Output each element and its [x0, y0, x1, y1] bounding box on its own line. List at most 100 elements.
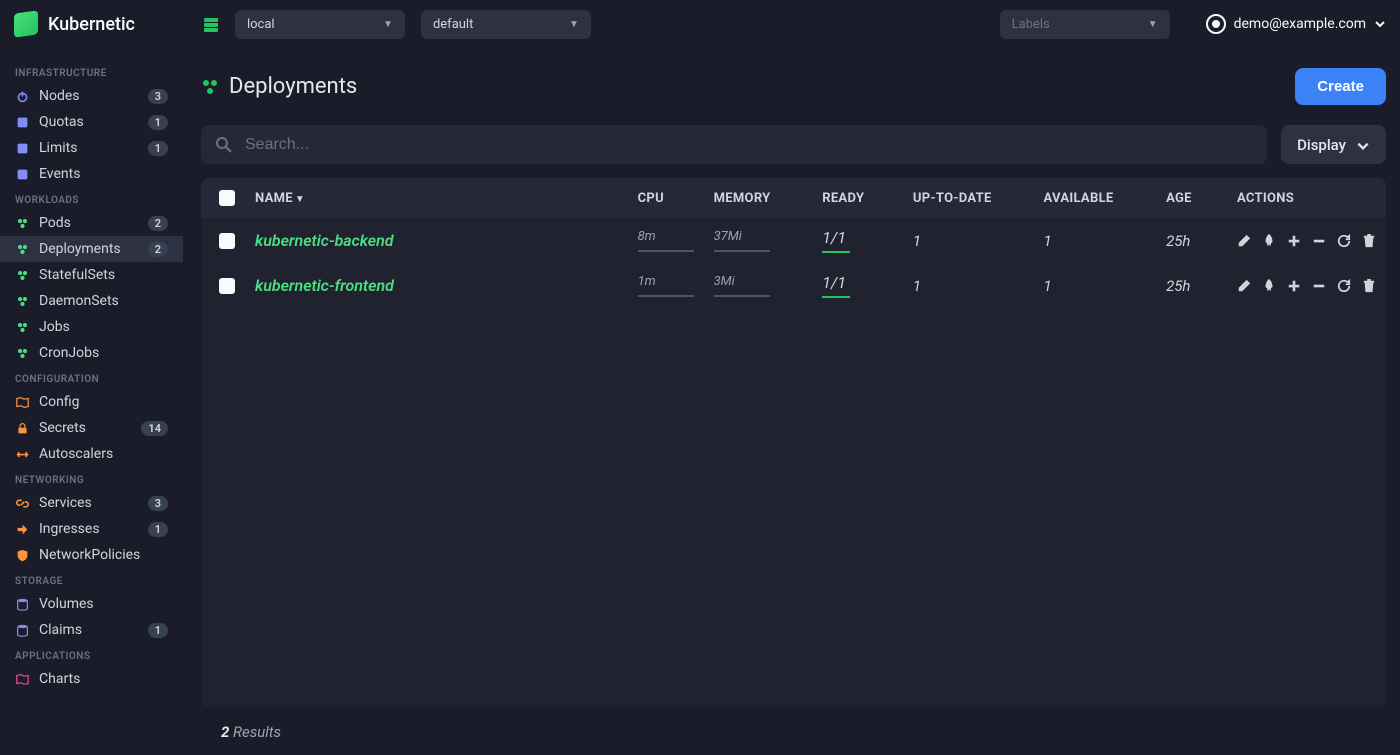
context-value: local	[247, 17, 275, 32]
age-value: 25h	[1166, 232, 1190, 250]
main-content: Deployments Create Display	[183, 48, 1400, 755]
cpu-value: 8m	[638, 229, 694, 244]
sidebar-item-cronjobs[interactable]: CronJobs	[0, 340, 183, 366]
cubes-icon	[15, 268, 30, 283]
select-all-checkbox[interactable]	[219, 190, 235, 206]
row-actions	[1237, 278, 1376, 294]
rocket-icon[interactable]	[1262, 278, 1276, 294]
create-button[interactable]: Create	[1295, 68, 1386, 105]
sidebar-item-label: Events	[39, 166, 168, 182]
app-logo: Kubernetic	[14, 12, 135, 36]
sidebar: INFRASTRUCTURENodes3Quotas1Limits1Events…	[0, 48, 183, 755]
sidebar-item-jobs[interactable]: Jobs	[0, 314, 183, 340]
namespace-value: default	[433, 17, 473, 32]
sidebar-item-label: NetworkPolicies	[39, 547, 168, 563]
sidebar-item-config[interactable]: Config	[0, 389, 183, 415]
column-age[interactable]: AGE	[1156, 178, 1227, 218]
sidebar-item-volumes[interactable]: Volumes	[0, 591, 183, 617]
column-memory[interactable]: MEMORY	[704, 178, 813, 218]
cpu-bar	[638, 295, 694, 297]
sidebar-item-events[interactable]: Events	[0, 161, 183, 187]
column-actions: ACTIONS	[1227, 178, 1386, 218]
caret-down-icon: ▼	[569, 19, 579, 30]
sidebar-section-header: WORKLOADS	[0, 187, 183, 210]
sidebar-item-badge: 2	[148, 216, 168, 231]
page-title: Deployments	[201, 74, 357, 99]
sidebar-item-networkpolicies[interactable]: NetworkPolicies	[0, 542, 183, 568]
sidebar-item-badge: 1	[148, 623, 168, 638]
cpu-value: 1m	[638, 274, 694, 289]
minus-icon[interactable]	[1312, 278, 1326, 294]
search-input[interactable]	[245, 136, 1253, 154]
available-value: 1	[1044, 232, 1052, 250]
refresh-icon[interactable]	[1337, 233, 1351, 249]
sidebar-item-label: Quotas	[39, 114, 139, 130]
sidebar-item-claims[interactable]: Claims1	[0, 617, 183, 643]
display-button[interactable]: Display	[1281, 125, 1386, 164]
ready-bar	[822, 251, 850, 253]
context-dropdown[interactable]: local ▼	[235, 10, 405, 39]
refresh-icon[interactable]	[1337, 278, 1351, 294]
sidebar-item-services[interactable]: Services3	[0, 490, 183, 516]
column-ready[interactable]: READY	[812, 178, 903, 218]
edit-icon[interactable]	[1237, 278, 1251, 294]
column-name[interactable]: NAME▼	[245, 178, 628, 218]
sidebar-section-header: INFRASTRUCTURE	[0, 60, 183, 83]
memory-bar	[714, 250, 770, 252]
plus-icon[interactable]	[1287, 278, 1301, 294]
sidebar-item-badge: 2	[148, 242, 168, 257]
deployment-name-link[interactable]: kubernetic-backend	[255, 231, 394, 250]
row-checkbox[interactable]	[219, 233, 235, 249]
rocket-icon[interactable]	[1262, 233, 1276, 249]
edit-icon[interactable]	[1237, 233, 1251, 249]
sidebar-item-ingresses[interactable]: Ingresses1	[0, 516, 183, 542]
namespace-dropdown[interactable]: default ▼	[421, 10, 591, 39]
labels-dropdown[interactable]: Labels ▼	[1000, 10, 1170, 39]
sidebar-item-label: CronJobs	[39, 345, 168, 361]
available-value: 1	[1044, 277, 1052, 295]
memory-bar	[714, 295, 770, 297]
ready-bar	[822, 296, 850, 298]
trash-icon[interactable]	[1362, 233, 1376, 249]
user-menu[interactable]: demo@example.com	[1206, 14, 1386, 34]
sidebar-item-pods[interactable]: Pods2	[0, 210, 183, 236]
brand-name: Kubernetic	[48, 14, 135, 35]
trash-icon[interactable]	[1362, 278, 1376, 294]
chevron-down-icon	[1356, 136, 1370, 154]
sidebar-item-statefulsets[interactable]: StatefulSets	[0, 262, 183, 288]
display-label: Display	[1297, 136, 1346, 154]
sidebar-item-limits[interactable]: Limits1	[0, 135, 183, 161]
search-box[interactable]	[201, 125, 1267, 164]
sidebar-section-header: APPLICATIONS	[0, 643, 183, 666]
row-checkbox[interactable]	[219, 278, 235, 294]
minus-icon[interactable]	[1312, 233, 1326, 249]
column-cpu[interactable]: CPU	[628, 178, 704, 218]
deployment-name-link[interactable]: kubernetic-frontend	[255, 276, 394, 295]
cubes-icon	[15, 216, 30, 231]
sidebar-item-label: Charts	[39, 671, 168, 687]
sidebar-item-label: Limits	[39, 140, 139, 156]
page-title-text: Deployments	[229, 74, 357, 99]
age-value: 25h	[1166, 277, 1190, 295]
column-uptodate[interactable]: UP-TO-DATE	[903, 178, 1034, 218]
sidebar-section-header: STORAGE	[0, 568, 183, 591]
sidebar-item-charts[interactable]: Charts	[0, 666, 183, 692]
caret-down-icon: ▼	[1148, 19, 1158, 30]
table-container: NAME▼ CPU MEMORY READY UP-TO-DATE AVAILA…	[201, 178, 1386, 707]
sidebar-item-label: StatefulSets	[39, 267, 168, 283]
sidebar-item-daemonsets[interactable]: DaemonSets	[0, 288, 183, 314]
sidebar-item-badge: 1	[148, 522, 168, 537]
sidebar-item-quotas[interactable]: Quotas1	[0, 109, 183, 135]
plus-icon[interactable]	[1287, 233, 1301, 249]
server-icon[interactable]	[203, 15, 219, 34]
sidebar-item-nodes[interactable]: Nodes3	[0, 83, 183, 109]
ready-value: 1/1	[822, 228, 893, 247]
sidebar-item-badge: 3	[148, 496, 168, 511]
sidebar-item-deployments[interactable]: Deployments 2	[0, 236, 183, 262]
sidebar-item-label: Deployments	[39, 241, 139, 257]
sidebar-item-badge: 3	[148, 89, 168, 104]
sidebar-item-label: Autoscalers	[39, 446, 168, 462]
sidebar-item-secrets[interactable]: Secrets14	[0, 415, 183, 441]
sidebar-item-autoscalers[interactable]: Autoscalers	[0, 441, 183, 467]
column-available[interactable]: AVAILABLE	[1034, 178, 1157, 218]
